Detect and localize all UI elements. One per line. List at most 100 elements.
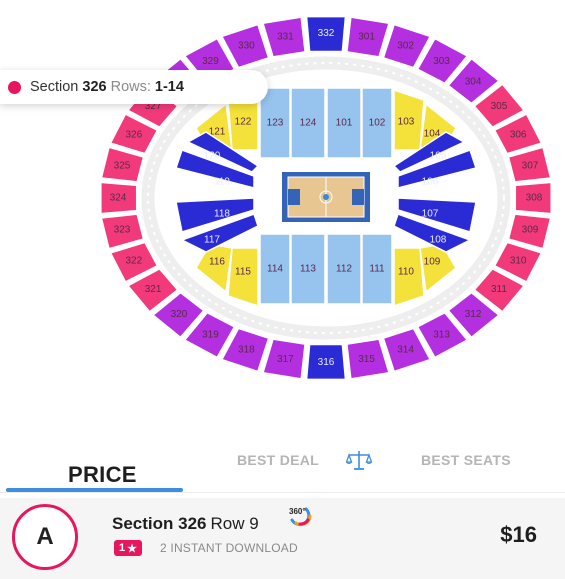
section-color-dot: [8, 80, 21, 94]
section-307-label: 307: [522, 161, 539, 172]
section-316-label: 316: [318, 357, 335, 368]
section-113-label: 113: [300, 264, 316, 275]
section-301-label: 301: [358, 31, 375, 42]
section-332-label: 332: [318, 28, 335, 39]
section-103[interactable]: 103: [393, 88, 425, 151]
section-325[interactable]: 325: [100, 146, 145, 183]
section-302-label: 302: [397, 41, 414, 52]
section-315-label: 315: [358, 354, 375, 365]
section-303-label: 303: [433, 56, 450, 67]
section-113[interactable]: 113: [290, 233, 326, 305]
360-view-icon[interactable]: 360°: [286, 504, 314, 528]
listing-title: Section 326 Row 9: [112, 514, 259, 534]
section-118-label: 118: [214, 209, 230, 220]
section-321-label: 321: [145, 284, 162, 295]
section-122-label: 122: [235, 117, 252, 128]
star-icon: ★: [127, 542, 137, 555]
section-108-label: 108: [430, 235, 447, 246]
section-324-label: 324: [110, 193, 127, 204]
section-318-label: 318: [238, 345, 255, 356]
seat-map[interactable]: 332 301 302 303 304 305 306 307 308 309 310 311 312 3…: [0, 0, 565, 410]
section-330-label: 330: [238, 41, 255, 52]
section-112[interactable]: 112: [326, 233, 362, 305]
section-323[interactable]: 323: [100, 213, 145, 250]
section-116-shape[interactable]: [195, 243, 233, 294]
section-307[interactable]: 307: [507, 146, 552, 183]
sort-tabs: PRICE BEST DEAL BEST SEATS: [0, 438, 565, 494]
section-115-label: 115: [235, 267, 251, 278]
section-329-label: 329: [202, 56, 219, 67]
section-324[interactable]: 324: [100, 181, 138, 215]
section-103-label: 103: [398, 117, 415, 128]
section-308[interactable]: 308: [514, 181, 552, 215]
section-106-label: 106: [422, 177, 439, 188]
section-316[interactable]: 316: [305, 343, 347, 381]
section-110[interactable]: 110: [393, 247, 425, 308]
section-308-label: 308: [526, 193, 543, 204]
section-112-label: 112: [336, 264, 352, 275]
section-332[interactable]: 332: [305, 15, 347, 53]
listing-price: $16: [500, 522, 537, 547]
section-310-label: 310: [510, 256, 527, 267]
section-tooltip: Section 326 Rows: 1-14: [0, 70, 268, 104]
section-313-label: 313: [433, 329, 450, 340]
tab-best-seats[interactable]: BEST SEATS: [421, 452, 511, 468]
section-124[interactable]: 124: [290, 87, 326, 159]
section-320-label: 320: [171, 309, 188, 320]
section-111-label: 111: [369, 264, 385, 275]
section-102-label: 102: [369, 118, 386, 129]
section-123-label: 123: [267, 118, 284, 129]
section-325-label: 325: [114, 161, 131, 172]
section-115[interactable]: 115: [227, 247, 259, 308]
section-304-label: 304: [465, 76, 482, 87]
section-109[interactable]: 109: [419, 243, 457, 294]
svg-text:360°: 360°: [289, 507, 306, 516]
section-117-label: 117: [204, 235, 220, 246]
avatar-letter: A: [36, 523, 54, 550]
listing-section: Section 326: [112, 514, 207, 533]
listing-row: Row 9: [210, 514, 259, 533]
delivery-text: 2 INSTANT DOWNLOAD: [160, 541, 298, 555]
tooltip-rows-label: Rows:: [110, 79, 151, 95]
section-331-label: 331: [277, 31, 294, 42]
section-107-label: 107: [422, 209, 439, 220]
section-102[interactable]: 102: [361, 87, 393, 159]
tooltip-section-number: 326: [82, 79, 107, 95]
section-119-label: 119: [214, 177, 230, 188]
section-123[interactable]: 123: [259, 87, 291, 159]
section-114-label: 114: [267, 264, 283, 275]
section-314-label: 314: [397, 345, 414, 356]
section-317-label: 317: [277, 354, 294, 365]
section-116[interactable]: 116: [195, 243, 233, 294]
basketball-court-icon: [282, 172, 370, 222]
section-331[interactable]: 331: [262, 16, 306, 58]
section-311-label: 311: [491, 284, 507, 295]
tab-divider: [0, 492, 565, 493]
section-111[interactable]: 111: [361, 233, 393, 305]
tab-best-deal[interactable]: BEST DEAL: [237, 452, 319, 468]
section-317[interactable]: 317: [262, 338, 306, 380]
badge-count: 1: [119, 542, 126, 554]
section-114[interactable]: 114: [259, 233, 291, 305]
section-326-label: 326: [125, 130, 142, 141]
scale-icon[interactable]: [346, 449, 372, 471]
section-109-shape[interactable]: [419, 243, 457, 294]
section-124-label: 124: [300, 118, 317, 129]
section-101-label: 101: [336, 118, 353, 129]
section-306-label: 306: [510, 130, 527, 141]
section-101[interactable]: 101: [326, 87, 362, 159]
seller-avatar: A: [12, 504, 78, 570]
section-309[interactable]: 309: [507, 213, 552, 250]
section-116-label: 116: [209, 257, 225, 268]
section-301[interactable]: 301: [346, 16, 390, 58]
section-315[interactable]: 315: [346, 338, 390, 380]
section-322-label: 322: [125, 256, 142, 267]
section-319-label: 319: [202, 329, 219, 340]
section-305-label: 305: [491, 101, 508, 112]
section-309-label: 309: [522, 225, 539, 236]
tooltip-rows-value: 1-14: [154, 79, 184, 95]
ticket-listing[interactable]: A Section 326 Row 9 360° 1 ★ 2 INSTANT DOW…: [0, 498, 565, 579]
rating-badge: 1 ★: [114, 540, 142, 556]
section-323-label: 323: [114, 225, 131, 236]
section-110-label: 110: [398, 267, 414, 278]
